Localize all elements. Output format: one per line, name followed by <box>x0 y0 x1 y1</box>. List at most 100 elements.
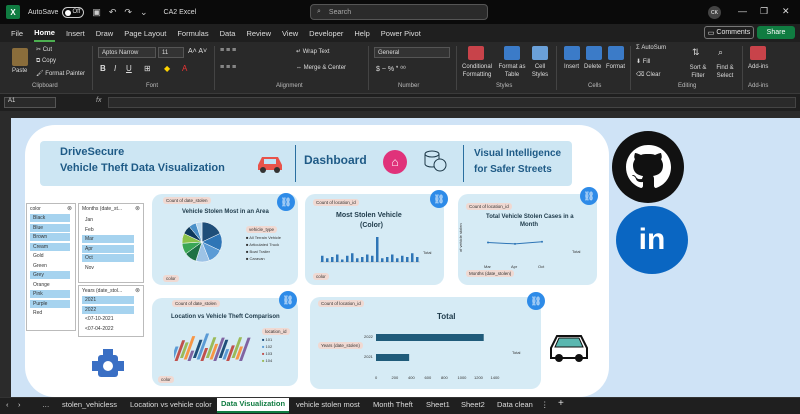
legend-item[interactable]: ■ 104 <box>262 358 272 365</box>
legend-title[interactable]: location_id <box>262 328 290 335</box>
fx-icon[interactable]: fx <box>96 97 101 104</box>
field-chip[interactable]: Count of location_id <box>318 300 364 307</box>
legend-item[interactable]: ■ 102 <box>262 344 272 351</box>
restore-icon[interactable]: ❐ <box>760 6 768 17</box>
clear-filter-icon[interactable]: ⊗ <box>135 287 140 294</box>
more-tabs-icon[interactable]: ⋮ <box>541 400 549 409</box>
slicer-item[interactable]: <07-10-2021 <box>82 315 134 323</box>
field-chip[interactable]: Count of location_id <box>313 199 359 206</box>
tab-scroll-next[interactable]: › <box>18 400 21 409</box>
filter-chip[interactable]: color <box>313 273 329 280</box>
menu-review[interactable]: Review <box>246 24 271 42</box>
legend-item[interactable]: ■ 103 <box>262 351 272 358</box>
addins-button[interactable]: Add-ins <box>748 64 768 70</box>
menu-home[interactable]: Home <box>34 24 55 42</box>
field-chip[interactable]: Count of location_id <box>466 203 512 210</box>
comments-button[interactable]: ▭ Comments <box>704 26 754 39</box>
fill-button[interactable]: ⬇ Fill <box>636 58 650 65</box>
cell-styles-button[interactable]: Cell Styles <box>528 63 552 79</box>
align-left-icon[interactable]: ≡ ≡ ≡ <box>220 64 236 71</box>
number-format-select[interactable]: General <box>374 47 450 58</box>
font-name-select[interactable]: Aptos Narrow <box>98 47 156 58</box>
slicer-item[interactable]: Jan <box>82 216 134 224</box>
wrap-text-button[interactable]: ↵ Wrap Text <box>296 48 330 55</box>
delete-cells-button[interactable]: Delete <box>584 64 601 70</box>
clear-filter-icon[interactable]: ⊗ <box>67 205 72 212</box>
tab-scroll-more[interactable]: … <box>42 400 50 409</box>
find-icon[interactable]: ⌕ <box>718 47 723 58</box>
menu-view[interactable]: View <box>282 24 298 42</box>
menu-file[interactable]: File <box>11 24 23 42</box>
undo-icon[interactable]: ↶ <box>109 7 117 18</box>
slicer-item[interactable]: Gold <box>30 252 70 260</box>
link-icon[interactable]: ⛓ <box>580 187 598 205</box>
clear-filter-icon[interactable]: ⊗ <box>135 205 140 212</box>
tab-vehicle-stolen-most[interactable]: vehicle stolen most <box>296 400 360 409</box>
filter-chip[interactable]: color <box>158 376 174 383</box>
menu-page-layout[interactable]: Page Layout <box>124 24 166 42</box>
slicer-item[interactable]: 2022 <box>82 305 134 314</box>
font-grow-icon[interactable]: A˄ A˅ <box>188 48 207 55</box>
menu-developer[interactable]: Developer <box>309 24 343 42</box>
format-table-icon[interactable] <box>504 46 520 60</box>
menu-data[interactable]: Data <box>220 24 236 42</box>
cell-styles-icon[interactable] <box>532 46 548 60</box>
currency-icon[interactable]: $ ~ % ❜ ⁰⁰ <box>376 65 406 73</box>
menu-insert[interactable]: Insert <box>66 24 85 42</box>
redo-icon[interactable]: ↷ <box>124 7 132 18</box>
slicer-item[interactable]: Grey <box>30 271 70 279</box>
slicer-item[interactable]: Apr <box>82 244 134 253</box>
autosave-toggle[interactable]: Off <box>62 6 85 18</box>
search-box[interactable]: ⌕ Search <box>310 4 488 20</box>
share-button[interactable]: Share <box>757 26 795 39</box>
filter-chip[interactable]: color <box>163 275 179 282</box>
addins-icon[interactable] <box>750 46 766 60</box>
field-chip[interactable]: Count of date_stolen <box>172 300 220 307</box>
paste-icon[interactable] <box>12 48 28 66</box>
slicer-item[interactable]: Blue <box>30 223 70 232</box>
tab-data-clean[interactable]: Data clean <box>497 400 533 409</box>
tab-data-visualization[interactable]: Data Visualization <box>217 398 290 413</box>
slicer-item[interactable]: Oct <box>82 254 134 262</box>
format-as-table-button[interactable]: Format as Table <box>496 63 528 79</box>
customize-qat-icon[interactable]: ⌄ <box>140 7 148 18</box>
save-icon[interactable]: ▣ <box>92 7 101 18</box>
format-painter-button[interactable]: 🖌 Format Painter <box>36 70 85 77</box>
link-icon[interactable]: ⛓ <box>430 190 448 208</box>
conditional-formatting-icon[interactable] <box>468 46 484 60</box>
legend-item[interactable]: ■ Boat Trailer <box>246 249 281 256</box>
paste-button[interactable]: Paste <box>12 68 27 74</box>
tab-location-vs-color[interactable]: Location vs vehicle color <box>130 400 212 409</box>
link-icon[interactable]: ⛓ <box>527 292 545 310</box>
merge-center-button[interactable]: ⇔ Merge & Center <box>296 65 346 71</box>
insert-cells-icon[interactable] <box>564 46 580 60</box>
filter-chip[interactable]: Months (date_stolen) <box>466 270 515 277</box>
legend-title[interactable]: vehicle_type <box>246 226 278 233</box>
formula-input[interactable] <box>108 97 796 108</box>
slicer-item[interactable]: Brown <box>30 233 70 241</box>
insert-cells-button[interactable]: Insert <box>564 64 579 70</box>
menu-formulas[interactable]: Formulas <box>177 24 208 42</box>
slicer-item[interactable]: Red <box>30 309 70 317</box>
slicer-item[interactable]: Orange <box>30 281 70 289</box>
sort-filter-button[interactable]: Sort & Filter <box>686 64 710 80</box>
github-icon[interactable] <box>612 131 684 203</box>
font-color-icon[interactable]: A <box>182 64 187 73</box>
autosum-button[interactable]: Σ AutoSum <box>636 45 666 51</box>
align-top-icon[interactable]: ≡ ≡ ≡ <box>220 47 236 54</box>
menu-draw[interactable]: Draw <box>96 24 114 42</box>
avatar[interactable]: CK <box>708 6 721 19</box>
menu-help[interactable]: Help <box>354 24 369 42</box>
slicer-item[interactable]: Black <box>30 214 70 222</box>
name-box[interactable]: A1 <box>4 97 56 108</box>
link-icon[interactable]: ⛓ <box>277 193 295 211</box>
clear-button[interactable]: ⌫ Clear <box>636 71 661 78</box>
delete-cells-icon[interactable] <box>586 46 602 60</box>
bold-icon[interactable]: B <box>100 64 106 73</box>
borders-icon[interactable]: ⊞ <box>144 64 151 73</box>
underline-icon[interactable]: U <box>126 64 132 73</box>
fill-color-icon[interactable]: ◆ <box>164 64 170 73</box>
format-cells-icon[interactable] <box>608 46 624 60</box>
copy-button[interactable]: ⧉ Copy <box>36 58 56 65</box>
add-sheet-icon[interactable]: + <box>558 398 564 409</box>
